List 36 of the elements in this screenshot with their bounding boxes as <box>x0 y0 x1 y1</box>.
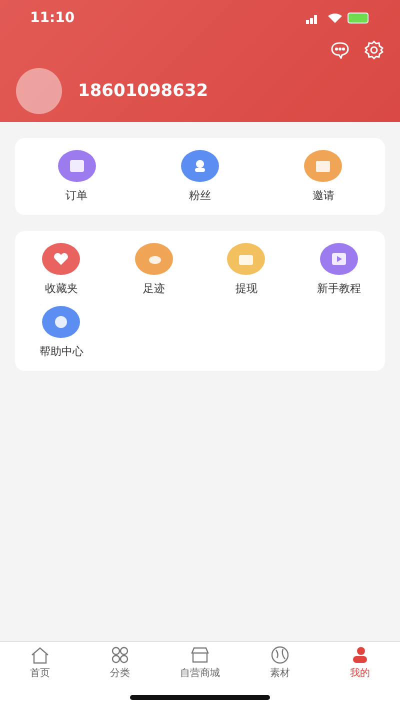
menu-icon-circle[interactable] <box>304 150 342 182</box>
tab[interactable]: 自营商城 <box>160 642 240 684</box>
menu-icon-circle[interactable] <box>58 150 96 182</box>
tab[interactable]: 首页 <box>0 642 80 684</box>
menu-label[interactable]: 订单 <box>66 188 88 203</box>
play-icon <box>330 252 347 266</box>
store-icon[interactable] <box>190 646 210 664</box>
grid-icon[interactable] <box>110 646 130 664</box>
tab[interactable]: 我的 <box>320 642 400 684</box>
status-time: 11:10 <box>30 10 75 26</box>
settings-icon[interactable] <box>364 40 384 60</box>
globe-icon[interactable] <box>270 646 290 664</box>
battery-icon <box>348 12 368 24</box>
heart-icon <box>53 252 70 266</box>
person-icon[interactable] <box>350 646 370 664</box>
avatar[interactable] <box>16 68 62 114</box>
menu-icon-circle[interactable] <box>180 150 219 182</box>
menu-label[interactable]: 足迹 <box>142 281 165 296</box>
tab[interactable]: 分类 <box>80 642 160 684</box>
signal-icon <box>306 15 317 24</box>
menu-label[interactable]: 收藏夹 <box>44 281 78 296</box>
tab[interactable]: 素材 <box>240 642 320 684</box>
wifi-icon <box>328 14 342 23</box>
phone-number: 18601098632 <box>78 81 208 101</box>
menu-icon-circle[interactable] <box>227 243 266 275</box>
message-icon[interactable] <box>330 41 350 59</box>
menu-label[interactable]: 新手教程 <box>316 281 361 296</box>
menu-label[interactable]: 提现 <box>235 281 258 296</box>
menu-label[interactable]: 邀请 <box>312 188 334 203</box>
menu-icon-circle[interactable] <box>42 243 80 275</box>
menu-icon-circle[interactable] <box>42 306 80 338</box>
menu-icon-circle[interactable] <box>134 243 173 275</box>
menu-icon-circle[interactable] <box>320 243 358 275</box>
home-icon[interactable] <box>30 646 50 664</box>
menu-label[interactable]: 帮助中心 <box>39 344 84 359</box>
menu-label[interactable]: 粉丝 <box>188 188 211 203</box>
